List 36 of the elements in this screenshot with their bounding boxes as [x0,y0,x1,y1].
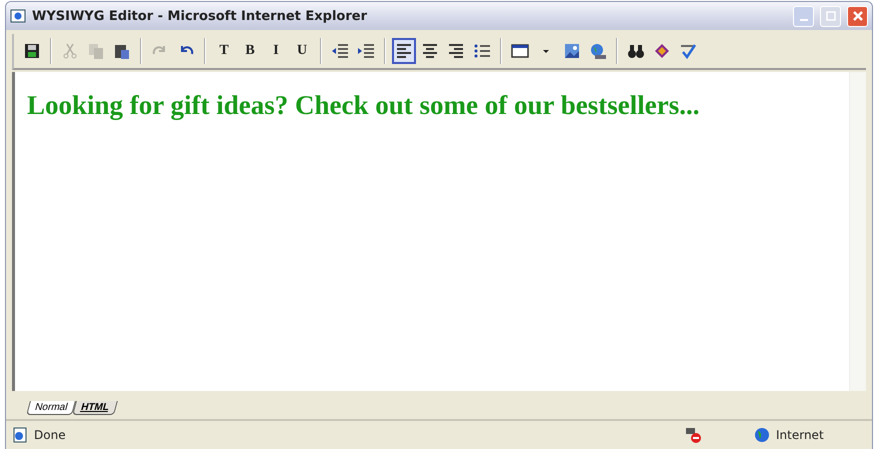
close-icon [852,10,864,22]
window-title: WYSIWYG Editor - Microsoft Internet Explorer [32,8,368,24]
toolbar-button[interactable]: T [212,38,236,64]
bullet-list-icon [473,42,491,60]
table-icon [511,42,529,60]
minimize-icon [800,19,808,21]
page-icon [12,427,28,443]
status-text: Done [34,428,67,442]
caret-icon [543,50,549,52]
clipboard-icon [113,42,131,60]
toolbar-button[interactable] [392,38,416,64]
outdent-icon [331,42,349,60]
toolbar-button[interactable]: U [290,38,314,64]
mode-tab[interactable]: HTML [72,401,118,415]
editor-area[interactable]: Looking for gift ideas? Check out some of our bestsellers... [12,72,866,391]
close-button[interactable] [847,6,868,26]
indent-icon [357,42,375,60]
blocked-icon [684,426,702,444]
globe-icon [589,42,607,60]
heading-text: Looking for gift ideas? Check out some of our bestsellers... [27,90,700,121]
scrollbar[interactable] [849,72,866,391]
globe-icon [754,427,770,443]
binoculars-icon [627,42,645,60]
mode-tab[interactable]: Normal [26,401,76,415]
toolbar-button[interactable]: B [238,38,262,64]
spellcheck-icon [679,42,697,60]
align-center-icon [421,42,439,60]
browser-icon [10,8,26,24]
zone-text: Internet [776,428,825,442]
image-icon [563,42,581,60]
maximize-icon [826,11,836,21]
toolbar-button[interactable]: I [264,38,288,64]
align-left-icon [395,42,413,60]
scissors-icon [61,42,79,60]
align-right-icon [447,42,465,60]
copy-icon [87,42,105,60]
